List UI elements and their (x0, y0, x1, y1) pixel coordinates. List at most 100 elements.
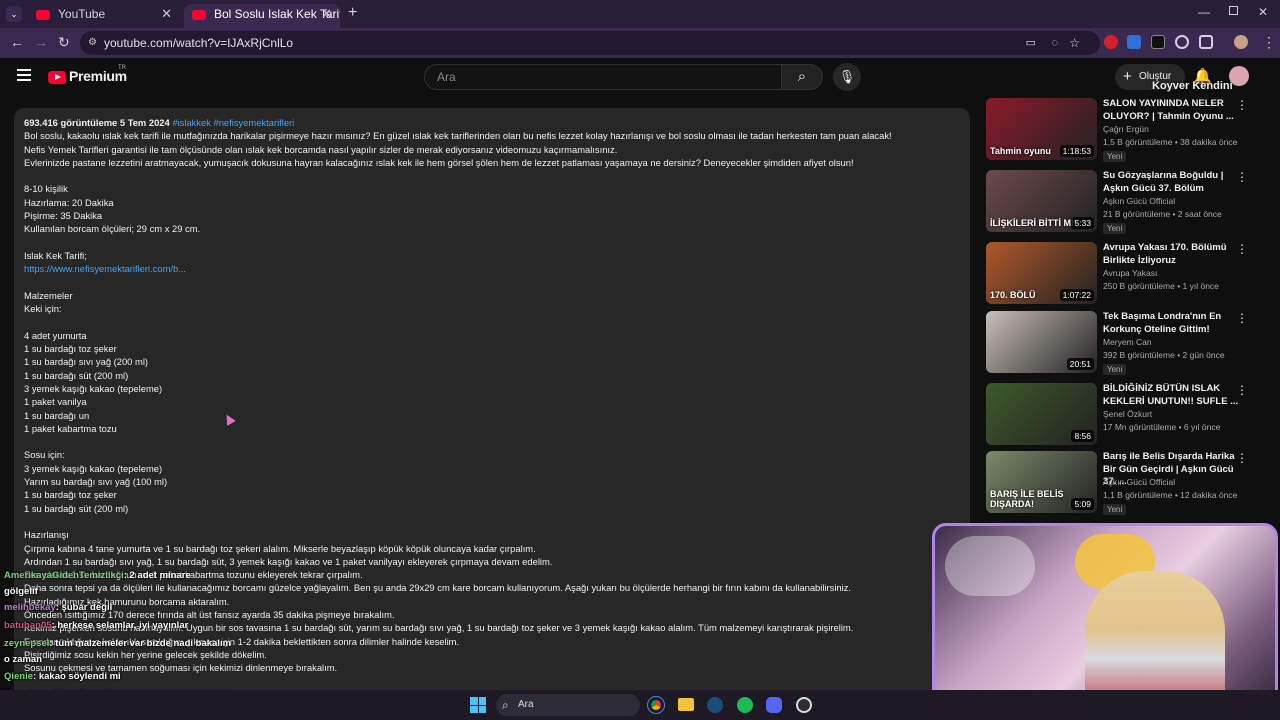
eye-off-icon[interactable]: ◌ (1051, 31, 1058, 55)
channel-name[interactable]: Meryem Can (1103, 337, 1152, 347)
related-video[interactable]: 8:56 BİLDİĞİNİZ BÜTÜN ISLAK KEKLERİ UNUTU… (986, 383, 1256, 447)
related-video[interactable]: Tahmin oyunu 1:18:53 SALON YAYININDA NELER… (986, 98, 1256, 162)
tab-video[interactable]: Bol Soslu Islak Kek Tarifi | Nasıl ✕ (184, 4, 340, 28)
description-line: Sosu için: (24, 449, 65, 461)
chrome-icon[interactable] (647, 696, 665, 714)
webcam-light-shape (945, 536, 1035, 596)
windows-start-icon[interactable] (470, 697, 486, 713)
more-options-icon[interactable]: ⋮ (1236, 451, 1248, 465)
channel-name[interactable]: Şenel Özkurt (1103, 409, 1152, 419)
profile-avatar[interactable] (1234, 35, 1248, 49)
video-meta: 250 B görüntüleme • 1 yıl önce (1103, 281, 1219, 291)
browser-toolbar: ← → ↻ ⚙ youtube.com/watch?v=IJAxRjCnlLo … (0, 28, 1280, 58)
recipe-link-text[interactable]: https://www.nefisyemektarifleri.com/b... (24, 263, 186, 274)
reload-icon[interactable]: ↻ (58, 34, 70, 51)
related-video[interactable]: İLİŞKİLERİ BİTTİ Mİ? 5:33 Su Gözyaşlarına … (986, 170, 1256, 234)
discord-icon[interactable] (766, 697, 782, 713)
chat-message: AmerikayaGidenTemizlikci: 2 adet minare (4, 570, 191, 581)
voice-search-button[interactable]: 🎙 (833, 63, 861, 91)
description-line: Nefis Yemek Tarifleri garantisi ile tam … (24, 143, 618, 155)
more-options-icon[interactable]: ⋮ (1236, 311, 1248, 325)
recipe-link[interactable]: https://www.nefisyemektarifleri.com/b... (24, 262, 960, 275)
site-info-icon[interactable]: ⚙ (88, 31, 97, 55)
streamer-webcam (932, 523, 1278, 714)
menu-dots-icon[interactable]: ⋮ (1262, 34, 1276, 51)
channel-name[interactable]: Çağrı Ergün (1103, 124, 1149, 134)
description-line: Keki için: (24, 303, 62, 315)
tab-search-button[interactable]: ⌄ (6, 6, 22, 22)
extension-ring-icon[interactable] (1175, 35, 1189, 49)
video-thumbnail[interactable]: BARIŞ İLE BELİS DIŞARDA! 5:09 (986, 451, 1097, 513)
chat-message: batuhan05: herkese selamlar, iyi yayınla… (4, 620, 188, 631)
channel-name[interactable]: Aşkın Gücü Official (1103, 196, 1175, 206)
search-input[interactable]: Ara (424, 64, 782, 90)
thumbnail-caption: 170. BÖLÜ (990, 290, 1036, 300)
windows-taskbar: ⌕ Ara (0, 690, 1280, 720)
close-tab-icon[interactable]: ✕ (161, 4, 172, 24)
extension-blue-icon[interactable] (1127, 35, 1141, 49)
file-explorer-icon[interactable] (678, 698, 694, 711)
video-meta: 1,1 B görüntüleme • 12 dakika önce (1103, 490, 1238, 500)
related-video[interactable]: BARIŞ İLE BELİS DIŞARDA! 5:09 Barış ile Be… (986, 451, 1256, 515)
extension-red-icon[interactable] (1104, 35, 1118, 49)
video-duration: 1:07:22 (1059, 289, 1094, 301)
video-title[interactable]: Su Gözyaşlarına Boğuldu | Aşkın Gücü 37.… (1103, 170, 1241, 195)
more-options-icon[interactable]: ⋮ (1236, 242, 1248, 256)
related-video[interactable]: 20:51 Tek Başıma Londra'nın En Korkunç Ot… (986, 311, 1256, 375)
address-bar[interactable]: ⚙ youtube.com/watch?v=IJAxRjCnlLo ▭ ◌ ☆ (80, 31, 1100, 55)
description-line: Ardından 1 su bardağı sıvı yağ, 1 su bar… (24, 555, 553, 567)
video-thumbnail[interactable]: Tahmin oyunu 1:18:53 (986, 98, 1097, 160)
description-line: Evlerinizde pastane lezzetini aratmayaca… (24, 156, 854, 168)
close-tab-icon[interactable]: ✕ (321, 4, 332, 24)
channel-name[interactable]: Avrupa Yakası (1103, 268, 1157, 278)
search-icon: ⌕ (797, 68, 807, 85)
video-thumbnail[interactable]: 20:51 (986, 311, 1097, 373)
spotify-icon[interactable] (737, 697, 753, 713)
maximize-icon[interactable] (1229, 6, 1238, 15)
description-stats-line: 693.416 görüntüleme 5 Tem 2024 #islakkek… (24, 116, 960, 129)
chat-message: gölgelif (4, 586, 38, 597)
search-button[interactable]: ⌕ (781, 64, 823, 90)
steam-icon[interactable] (707, 697, 723, 713)
more-options-icon[interactable]: ⋮ (1236, 383, 1248, 397)
chat-message: zeynepsel: tüm malzemeler var bizde nadi… (4, 638, 231, 649)
play-triangle-icon (55, 74, 61, 80)
extension-dark-icon[interactable] (1151, 35, 1165, 49)
back-icon[interactable]: ← (10, 34, 24, 50)
puzzle-icon[interactable] (1199, 35, 1213, 49)
forward-icon[interactable]: → (34, 34, 48, 50)
tab-youtube[interactable]: YouTube ✕ (28, 4, 180, 28)
description-line: Pişirdiğimiz sosu kekin her yerine gelec… (24, 648, 267, 660)
video-title[interactable]: SALON YAYININDA NELER OLUYOR? | Tahmin O… (1103, 98, 1241, 123)
video-thumbnail[interactable]: 170. BÖLÜ 1:07:22 (986, 242, 1097, 304)
description-line: 1 su bardağı toz şeker (24, 489, 117, 501)
video-thumbnail[interactable]: 8:56 (986, 383, 1097, 445)
video-duration: 5:33 (1071, 217, 1094, 229)
more-options-icon[interactable]: ⋮ (1236, 98, 1248, 112)
video-duration: 5:09 (1071, 498, 1094, 510)
chat-username: gölgelif (4, 586, 38, 597)
hamburger-menu-icon[interactable] (17, 69, 31, 81)
plus-icon: + (1123, 68, 1132, 85)
video-thumbnail[interactable]: İLİŞKİLERİ BİTTİ Mİ? 5:33 (986, 170, 1097, 232)
new-tab-button[interactable]: + (348, 4, 357, 22)
chat-text: : herkese selamlar, iyi yayınlar (51, 620, 189, 631)
related-video[interactable]: 170. BÖLÜ 1:07:22 Avrupa Yakası 170. Bölüm… (986, 242, 1256, 306)
channel-name[interactable]: Aşkın Gücü Official (1103, 477, 1175, 487)
taskbar-search-label: Ara (518, 699, 534, 710)
description-line: Kullanılan borcam ölçüleri; 29 cm x 29 c… (24, 223, 201, 235)
bookmark-star-icon[interactable]: ☆ (1069, 31, 1080, 55)
video-title[interactable]: BİLDİĞİNİZ BÜTÜN ISLAK KEKLERİ UNUTUN!! … (1103, 383, 1241, 408)
obs-icon[interactable] (796, 697, 812, 713)
taskbar-search[interactable]: ⌕ Ara (496, 694, 640, 716)
account-avatar[interactable] (1229, 66, 1249, 86)
minimize-icon[interactable]: — (1198, 5, 1210, 19)
hashtags[interactable]: #islakkek #nefisyemektarifleri (172, 117, 294, 128)
chat-username: o zaman (4, 654, 43, 665)
video-duration: 1:18:53 (1059, 145, 1094, 157)
video-title[interactable]: Tek Başıma Londra'nın En Korkunç Oteline… (1103, 311, 1241, 336)
cast-icon[interactable]: ▭ (1026, 31, 1036, 55)
more-options-icon[interactable]: ⋮ (1236, 170, 1248, 184)
close-window-icon[interactable]: ✕ (1258, 5, 1268, 19)
video-title[interactable]: Avrupa Yakası 170. Bölümü Birlikte İzliy… (1103, 242, 1241, 267)
